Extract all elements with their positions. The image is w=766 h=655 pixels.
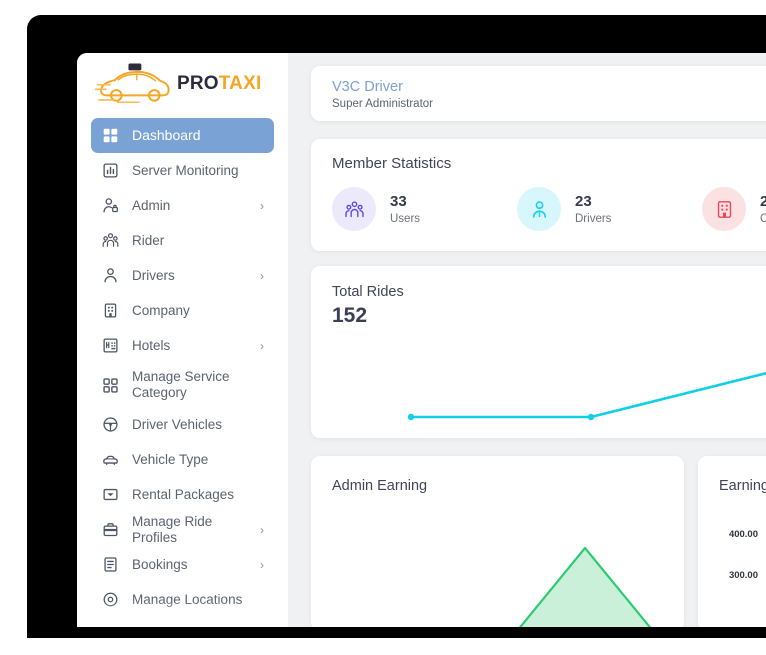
total-rides-line-chart [407, 328, 766, 421]
sidebar-item-admin[interactable]: Admin › [91, 188, 274, 223]
total-rides-title: Total Rides [332, 284, 404, 300]
user-person-icon [517, 187, 561, 231]
axis-tick-row: 400.00 [710, 514, 766, 555]
earning-report-y-axis: 400.00 300.00 [710, 514, 766, 596]
sidebar-item-label: Rider [132, 232, 165, 248]
stat-value: 2 [760, 192, 766, 210]
sidebar-item-label: Hotels [132, 337, 171, 353]
users-group-icon [332, 187, 376, 231]
stat-label: Users [390, 213, 421, 226]
admin-earning-title: Admin Earning [332, 478, 428, 494]
sidebar-item-hotels[interactable]: Hotels › [91, 328, 274, 363]
admin-earning-card: Admin Earning [311, 456, 684, 627]
app-screen: PROTAXI Dashboard Server Monitoring Admi… [77, 53, 766, 627]
sidebar-item-label: Company [132, 302, 190, 318]
sidebar-item-vehicle-type[interactable]: Vehicle Type [91, 442, 274, 477]
grid-dashboard-icon [101, 127, 119, 145]
chevron-right-icon: › [260, 338, 264, 353]
sidebar-item-rider[interactable]: Rider [91, 223, 274, 258]
sidebar-item-label: Admin [132, 197, 171, 213]
admin-earning-area-chart [311, 506, 684, 627]
member-statistics-title: Member Statistics [332, 155, 452, 172]
chevron-right-icon: › [260, 557, 264, 572]
profile-name: V3C Driver [332, 79, 403, 95]
sidebar-nav: Dashboard Server Monitoring Admin › Ride… [77, 115, 288, 617]
car-side-icon [101, 451, 119, 469]
stat-drivers: 23 Drivers [517, 187, 611, 231]
sidebar-item-label: Driver Vehicles [132, 416, 223, 432]
sidebar-item-company[interactable]: Company [91, 293, 274, 328]
document-list-icon [101, 556, 119, 574]
brand-logo[interactable]: PROTAXI [77, 53, 288, 115]
sidebar-item-manage-locations[interactable]: Manage Locations [91, 582, 274, 617]
brand-name-primary: PRO [177, 73, 219, 94]
stat-value: 33 [390, 192, 407, 210]
stat-meta: 33 Users [390, 193, 420, 225]
user-lock-icon [101, 197, 119, 215]
stat-label: Compa [760, 213, 766, 226]
chevron-right-icon: › [260, 198, 264, 213]
axis-tick-label: 400.00 [728, 529, 758, 540]
grid-squares-icon [101, 376, 119, 394]
total-rides-card: Total Rides 152 [311, 266, 766, 438]
member-statistics-card: Member Statistics 33 Users 23 Drivers 2 … [311, 139, 766, 251]
sidebar-item-label: Rental Packages [132, 486, 235, 502]
profile-role: Super Administrator [332, 98, 433, 110]
brand-name: PROTAXI [177, 73, 261, 95]
device-frame: PROTAXI Dashboard Server Monitoring Admi… [27, 15, 766, 638]
sidebar-item-manage-service-category[interactable]: Manage Service Category [91, 363, 274, 407]
location-pin-icon [101, 591, 119, 609]
sidebar-item-label: Manage Ride Profiles [132, 513, 213, 545]
main-content: V3C Driver Super Administrator Member St… [288, 53, 766, 627]
earning-report-title: Earning R [719, 478, 766, 494]
screenshot-root: PROTAXI Dashboard Server Monitoring Admi… [0, 0, 766, 655]
sidebar-item-label: Vehicle Type [132, 451, 209, 467]
sidebar: PROTAXI Dashboard Server Monitoring Admi… [77, 53, 288, 627]
sidebar-item-rental-packages[interactable]: Rental Packages [91, 477, 274, 512]
total-rides-value: 152 [332, 304, 368, 327]
sidebar-item-label: Drivers [132, 267, 175, 283]
users-group-icon [101, 232, 119, 250]
sidebar-item-driver-vehicles[interactable]: Driver Vehicles [91, 407, 274, 442]
hotel-building-icon [101, 337, 119, 355]
sidebar-item-label: Manage Locations [132, 591, 243, 607]
earning-report-card: Earning R 400.00 300.00 [698, 456, 766, 627]
briefcase-icon [101, 521, 119, 539]
stat-label: Drivers [575, 213, 612, 226]
brand-name-secondary: TAXI [218, 73, 262, 94]
stat-users: 33 Users [332, 187, 420, 231]
sidebar-item-dashboard[interactable]: Dashboard [91, 118, 274, 153]
bar-chart-box-icon [101, 162, 119, 180]
building-icon [101, 302, 119, 320]
sidebar-item-label: Dashboard [132, 127, 201, 144]
sidebar-item-label: Manage Service Category [132, 369, 230, 400]
chevron-right-icon: › [260, 522, 264, 537]
taxi-car-icon [94, 62, 171, 106]
steering-wheel-icon [101, 416, 119, 434]
axis-tick-row: 300.00 [710, 555, 766, 596]
package-box-icon [101, 486, 119, 504]
stat-value: 23 [575, 192, 592, 210]
profile-card: V3C Driver Super Administrator [311, 66, 766, 121]
sidebar-item-server-monitoring[interactable]: Server Monitoring [91, 153, 274, 188]
user-person-icon [101, 267, 119, 285]
chevron-right-icon: › [260, 268, 264, 283]
axis-tick-label: 300.00 [728, 570, 758, 581]
sidebar-item-manage-ride-profiles[interactable]: Manage Ride Profiles › [91, 512, 274, 547]
stat-meta: 2 Compa [760, 193, 766, 225]
stat-companies: 2 Compa [702, 187, 766, 231]
sidebar-item-label: Server Monitoring [132, 162, 239, 178]
building-icon [702, 187, 746, 231]
sidebar-item-label: Bookings [132, 556, 188, 572]
sidebar-item-drivers[interactable]: Drivers › [91, 258, 274, 293]
sidebar-item-bookings[interactable]: Bookings › [91, 547, 274, 582]
stat-meta: 23 Drivers [575, 193, 611, 225]
